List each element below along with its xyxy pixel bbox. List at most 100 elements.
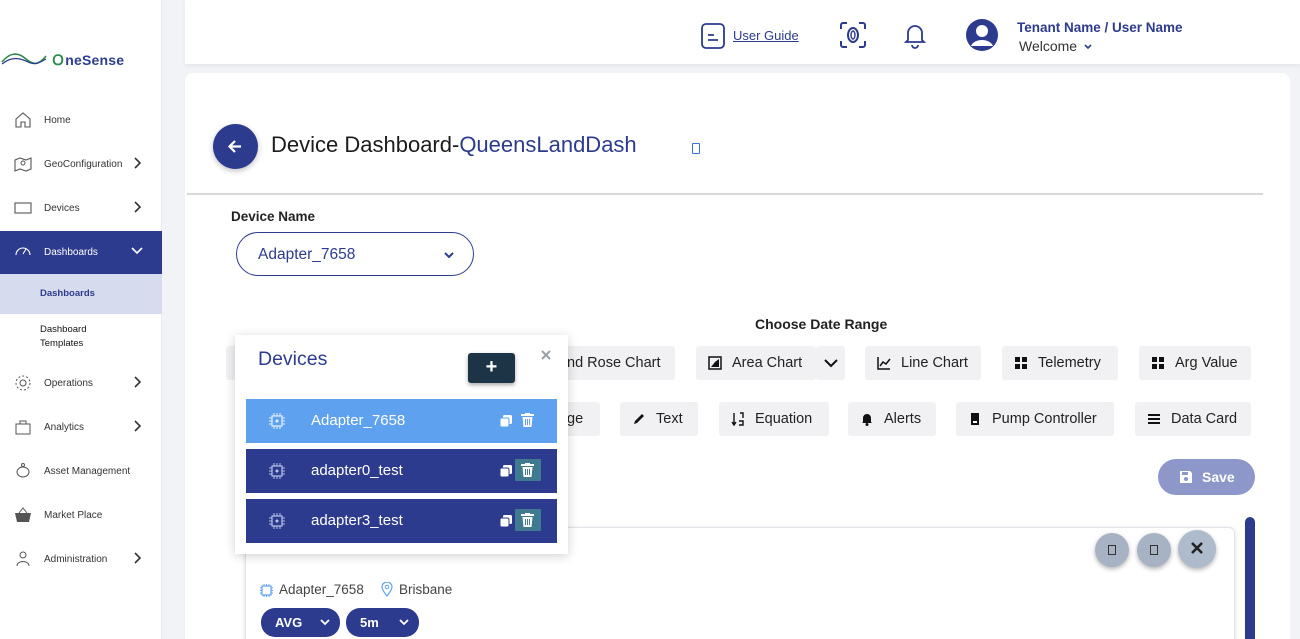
widget-more-dropdown[interactable] (816, 346, 845, 380)
bell-icon[interactable] (900, 20, 930, 50)
pump-icon (971, 413, 979, 425)
home-icon (15, 112, 31, 128)
delete-device-button[interactable] (515, 509, 541, 531)
add-device-button[interactable]: + (468, 353, 515, 383)
chevron-right-icon (134, 376, 142, 388)
widget-equation-button[interactable]: Equation (719, 402, 829, 436)
widget-label: Text (656, 411, 683, 427)
interval-value: 5m (360, 615, 379, 630)
aggregation-select[interactable]: AVG (261, 608, 340, 637)
gauge-icon (15, 247, 31, 256)
widget-telemetry-button[interactable]: Telemetry (1002, 346, 1118, 380)
device-row[interactable]: adapter0_test (246, 449, 557, 493)
sidebar-item-administration[interactable]: Administration (0, 539, 162, 579)
copy-icon[interactable] (499, 514, 513, 528)
sidebar-item-geoconfiguration[interactable]: GeoConfiguration (0, 144, 162, 184)
pencil-icon (634, 414, 644, 424)
brand-logo[interactable]: ＯneSense (0, 44, 162, 74)
close-icon[interactable] (540, 349, 552, 361)
tenant-user-name: Tenant Name / User Name (1017, 20, 1183, 35)
card-location: Brisbane (399, 582, 453, 597)
back-button[interactable] (213, 124, 258, 169)
sidebar-item-dashboards[interactable]: Dashboards (0, 231, 162, 274)
chevron-down-icon (1084, 44, 1092, 50)
sidebar-item-asset-management[interactable]: Asset Management (0, 451, 162, 491)
interval-select[interactable]: 5m (346, 608, 419, 637)
widget-line-chart-button[interactable]: Line Chart (865, 346, 981, 380)
bell-icon (862, 414, 872, 426)
copy-icon[interactable] (499, 414, 513, 428)
widget-label: nd Rose Chart (567, 355, 661, 371)
sidebar-item-label: Analytics (44, 421, 85, 433)
save-button[interactable]: Save (1158, 459, 1255, 495)
sidebar-item-label: Administration (44, 553, 108, 565)
chevron-down-icon (320, 619, 330, 626)
widget-alerts-button[interactable]: Alerts (848, 402, 936, 436)
square-icon (1108, 545, 1116, 555)
sidebar-item-home[interactable]: Home (0, 100, 162, 140)
location-pin-icon (381, 582, 393, 597)
scrollbar[interactable] (1245, 517, 1255, 639)
close-icon (1191, 542, 1203, 554)
widget-text-button[interactable]: Text (620, 402, 698, 436)
sidebar-item-label: Asset Management (44, 465, 131, 477)
welcome-label: Welcome (1019, 38, 1078, 54)
chip-icon (269, 463, 285, 479)
sidebar-item-operations[interactable]: Operations (0, 363, 162, 403)
date-range-label: Choose Date Range (755, 316, 888, 332)
zero-trust-button[interactable] (825, 4, 883, 64)
page-title: Device Dashboard-QueensLandDash (271, 132, 637, 158)
basket-icon (15, 507, 31, 522)
device-row[interactable]: adapter3_test (246, 499, 557, 543)
grid-icon (1015, 357, 1027, 369)
widget-label: Equation (755, 411, 813, 427)
copy-icon[interactable] (499, 464, 513, 478)
chevron-down-icon (131, 247, 143, 255)
card-action-button-1[interactable] (1095, 533, 1129, 567)
delete-device-button[interactable] (515, 459, 541, 481)
card-close-button[interactable] (1178, 530, 1216, 568)
chip-icon (269, 413, 285, 429)
sidebar-item-devices[interactable]: Devices (0, 188, 162, 228)
chevron-right-icon (134, 552, 142, 564)
sidebar-item-label: Market Place (44, 509, 103, 521)
sort-numeric-icon (731, 412, 744, 426)
widget-pump-controller-button[interactable]: Pump Controller (956, 402, 1114, 436)
card-device-name: Adapter_7658 (279, 582, 364, 597)
grid-icon (1152, 357, 1164, 369)
briefcase-icon (15, 420, 31, 435)
avatar[interactable] (965, 18, 999, 52)
sidebar-item-label: GeoConfiguration (44, 158, 123, 170)
delete-device-button[interactable] (515, 409, 541, 431)
user-guide-icon[interactable] (700, 22, 726, 50)
admin-user-icon (16, 551, 30, 567)
map-icon (14, 157, 32, 172)
widget-area-chart-button[interactable]: Area Chart (696, 346, 816, 380)
widget-arg-value-button[interactable]: Arg Value (1139, 346, 1251, 380)
card-action-button-2[interactable] (1137, 533, 1171, 567)
widget-data-card-button[interactable]: Data Card (1135, 402, 1251, 436)
device-row[interactable]: Adapter_7658 (246, 399, 557, 443)
device-row-name: adapter0_test (311, 462, 403, 479)
chip-icon (260, 584, 273, 597)
dashboard-name: QueensLandDash (459, 132, 637, 157)
copy-title-icon[interactable] (692, 143, 700, 154)
sidebar-item-market-place[interactable]: Market Place (0, 495, 162, 535)
welcome-menu[interactable]: Welcome (1019, 38, 1092, 54)
sidebar-subitem-dashboards[interactable]: Dashboards (0, 274, 162, 314)
sidebar-item-analytics[interactable]: Analytics (0, 407, 162, 447)
add-device-label: + (485, 356, 498, 378)
piggy-bank-icon (16, 463, 30, 478)
widget-wind-rose-chart-button[interactable]: nd Rose Chart (557, 346, 675, 380)
aggregation-value: AVG (275, 615, 303, 630)
floppy-disk-icon (1180, 471, 1192, 483)
sidebar-item-label: Devices (44, 202, 80, 214)
widget-label: Data Card (1171, 411, 1238, 427)
sidebar: ＯneSense Home GeoConfiguration Devices D… (0, 0, 162, 639)
sidebar-subitem-dashboard-templates[interactable]: Dashboard Templates (0, 318, 162, 358)
chevron-down-icon (444, 252, 454, 259)
chevron-right-icon (134, 157, 142, 169)
gear-icon (15, 375, 31, 391)
user-guide-link[interactable]: User Guide (733, 28, 799, 43)
device-select[interactable]: Adapter_7658 (236, 232, 474, 276)
